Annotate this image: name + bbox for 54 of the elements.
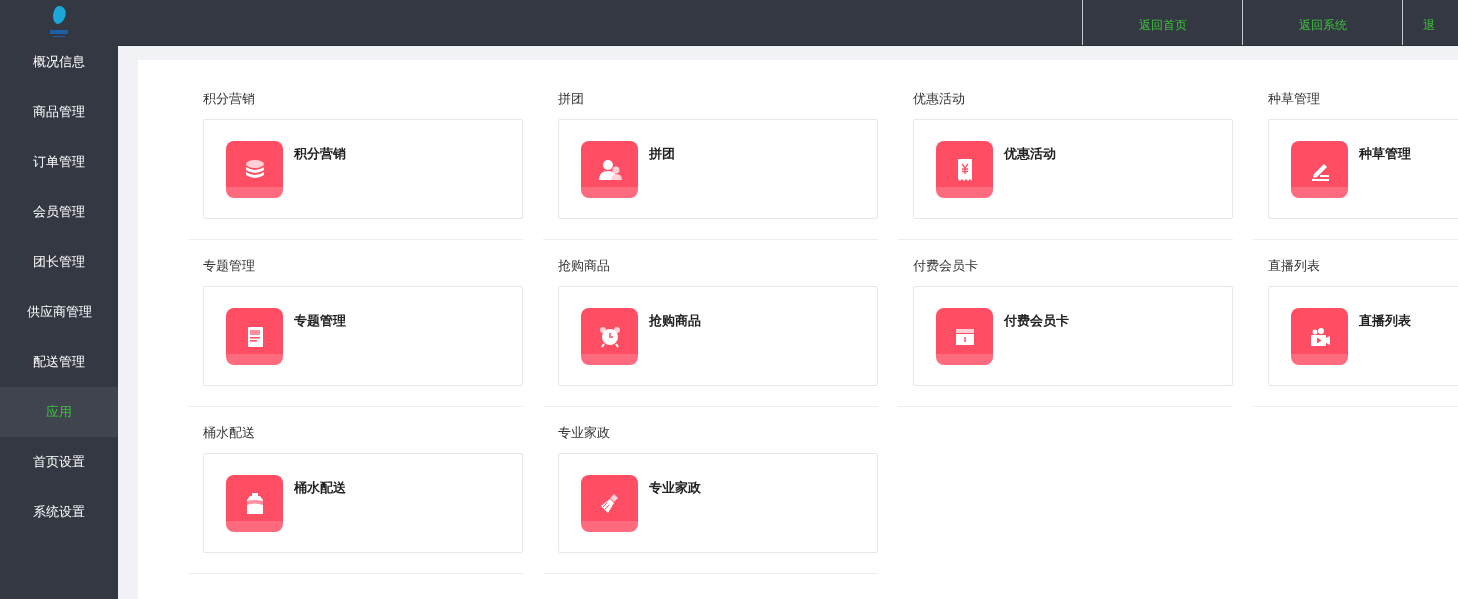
group-title: 优惠活动	[913, 90, 966, 108]
sidebar-item[interactable]: 概况信息	[0, 37, 118, 87]
app-card[interactable]: 专业家政	[558, 453, 878, 553]
logo-icon	[47, 4, 71, 40]
video-camera-icon	[1291, 308, 1348, 365]
app-card[interactable]: 拼团	[558, 119, 878, 219]
app-title: 专题管理	[294, 312, 346, 330]
sidebar-item[interactable]: 系统设置	[0, 487, 118, 537]
group-title: 积分营销	[203, 90, 256, 108]
receipt-icon	[936, 141, 993, 198]
coins-icon	[226, 141, 283, 198]
group-title: 付费会员卡	[913, 257, 979, 275]
group-title: 直播列表	[1268, 257, 1321, 275]
app-title: 桶水配送	[294, 479, 346, 497]
group-title: 专业家政	[558, 424, 611, 442]
group-title: 拼团	[558, 90, 585, 108]
app-card[interactable]: 付费会员卡	[913, 286, 1233, 386]
nav-link[interactable]: 退	[1402, 0, 1458, 45]
app-card[interactable]: 直播列表	[1268, 286, 1458, 386]
group-title: 专题管理	[203, 257, 256, 275]
sidebar-item[interactable]: 配送管理	[0, 337, 118, 387]
app-card[interactable]: 桶水配送	[203, 453, 523, 553]
sidebar-item[interactable]: 订单管理	[0, 137, 118, 187]
app-title: 优惠活动	[1004, 145, 1056, 163]
app-card[interactable]: 专题管理	[203, 286, 523, 386]
group-title: 种草管理	[1268, 90, 1321, 108]
app-title: 专业家政	[649, 479, 701, 497]
sidebar-item[interactable]: 商品管理	[0, 87, 118, 137]
sidebar-item[interactable]: 会员管理	[0, 187, 118, 237]
app-card[interactable]: 抢购商品	[558, 286, 878, 386]
app-title: 积分营销	[294, 145, 346, 163]
nav-link[interactable]: 返回系统	[1242, 0, 1402, 45]
app-card[interactable]: 积分营销	[203, 119, 523, 219]
app-card[interactable]: 种草管理	[1268, 119, 1458, 219]
alarm-clock-icon	[581, 308, 638, 365]
document-icon	[226, 308, 283, 365]
group-title: 抢购商品	[558, 257, 611, 275]
users-icon	[581, 141, 638, 198]
pencil-icon	[1291, 141, 1348, 198]
app-title: 抢购商品	[649, 312, 701, 330]
sidebar-item[interactable]: 首页设置	[0, 437, 118, 487]
app-title: 拼团	[649, 145, 675, 163]
nav-link[interactable]: 返回首页	[1082, 0, 1242, 45]
app-title: 直播列表	[1359, 312, 1411, 330]
broom-icon	[581, 475, 638, 532]
app-card[interactable]: 优惠活动	[913, 119, 1233, 219]
sidebar-item[interactable]: 应用	[0, 387, 118, 437]
card-icon	[936, 308, 993, 365]
sidebar-item[interactable]: 供应商管理	[0, 287, 118, 337]
app-title: 付费会员卡	[1004, 312, 1069, 330]
app-title: 种草管理	[1359, 145, 1411, 163]
sidebar-item[interactable]: 团长管理	[0, 237, 118, 287]
group-title: 桶水配送	[203, 424, 256, 442]
water-bottle-icon	[226, 475, 283, 532]
